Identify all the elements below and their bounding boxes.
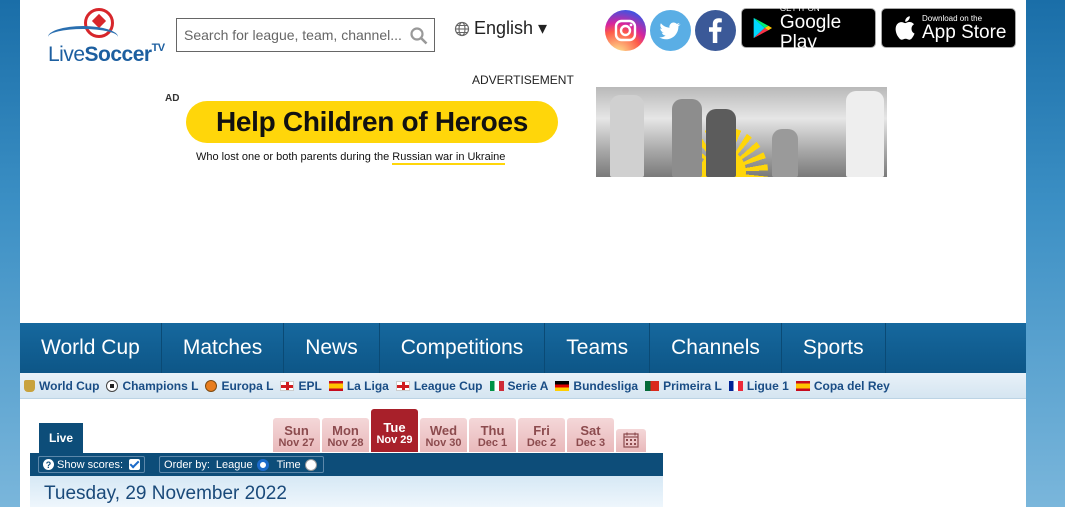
show-scores-label: Show scores:: [57, 458, 124, 471]
ad-tag: AD: [165, 93, 180, 104]
page: LiveSoccerTV English ▾: [20, 0, 1026, 507]
order-by-label: Order by:: [164, 458, 210, 471]
nav-competitions[interactable]: Competitions: [380, 323, 546, 373]
app-store-button[interactable]: Download on the App Store: [881, 8, 1016, 48]
twitter-icon[interactable]: [650, 10, 691, 51]
england-flag-icon: [280, 380, 295, 391]
facebook-icon[interactable]: [695, 10, 736, 51]
day-tab-thu[interactable]: Thu Dec 1: [469, 418, 516, 452]
league-link-epl[interactable]: EPL: [280, 379, 322, 393]
italy-flag-icon: [489, 380, 504, 391]
google-play-button[interactable]: GET IT ON Google Play: [741, 4, 876, 52]
germany-flag-icon: [555, 380, 570, 391]
league-link-europa-league[interactable]: Europa L: [205, 379, 273, 393]
nav-news[interactable]: News: [284, 323, 380, 373]
order-time-label: Time: [276, 458, 301, 471]
ad-subline: Who lost one or both parents during the …: [196, 151, 506, 165]
calendar-icon: [623, 432, 639, 448]
nav-world-cup[interactable]: World Cup: [20, 323, 162, 373]
calendar-button[interactable]: [616, 429, 646, 452]
ad-headline[interactable]: Help Children of Heroes: [186, 101, 558, 143]
scores-options-bar: ? Show scores: Order by: League Time: [30, 453, 663, 476]
europa-league-icon: [205, 379, 218, 392]
league-link-champions-league[interactable]: Champions L: [106, 379, 198, 393]
league-link-world-cup[interactable]: World Cup: [24, 379, 99, 393]
logo-wordmark: LiveSoccerTV: [48, 42, 165, 66]
nav-teams[interactable]: Teams: [545, 323, 651, 373]
advertisement-label: ADVERTISEMENT: [472, 73, 574, 87]
site-logo[interactable]: LiveSoccerTV: [48, 8, 178, 66]
search-icon[interactable]: [410, 27, 428, 45]
day-tab-tue[interactable]: Tue Nov 29: [371, 409, 418, 452]
day-tab-wed[interactable]: Wed Nov 30: [420, 418, 467, 452]
search-box: [176, 18, 435, 52]
language-label: English ▾: [474, 18, 548, 38]
nav-channels[interactable]: Channels: [650, 323, 782, 373]
apple-icon: [895, 16, 915, 40]
day-tab-sun[interactable]: Sun Nov 27: [273, 418, 320, 452]
league-link-serie-a[interactable]: Serie A: [489, 379, 548, 393]
google-play-big-text: Google Play: [779, 11, 842, 53]
main-nav: World Cup Matches News Competitions Team…: [20, 323, 1026, 373]
day-tab-sat[interactable]: Sat Dec 3: [567, 418, 614, 452]
language-selector[interactable]: English ▾: [454, 18, 547, 39]
order-time-radio[interactable]: [304, 458, 317, 471]
tab-live[interactable]: Live: [39, 423, 83, 453]
show-scores-option: ? Show scores:: [38, 456, 146, 473]
ad-image[interactable]: [596, 87, 887, 177]
nav-matches[interactable]: Matches: [162, 323, 285, 373]
help-icon[interactable]: ?: [43, 459, 54, 470]
league-link-ligue-1[interactable]: Ligue 1: [728, 379, 789, 393]
date-heading: Tuesday, 29 November 2022: [30, 476, 663, 507]
instagram-icon[interactable]: [605, 10, 646, 51]
nav-sports[interactable]: Sports: [782, 323, 886, 373]
league-link-copa-del-rey[interactable]: Copa del Rey: [795, 379, 890, 393]
league-link-league-cup[interactable]: League Cup: [395, 379, 483, 393]
google-play-icon: [753, 17, 773, 39]
world-cup-trophy-icon: [24, 379, 35, 392]
order-league-radio[interactable]: [256, 458, 269, 471]
england-flag-icon: [395, 380, 410, 391]
day-tab-mon[interactable]: Mon Nov 28: [322, 418, 369, 452]
order-league-label: League: [215, 458, 253, 471]
spain-flag-icon: [795, 380, 810, 391]
globe-icon: [454, 21, 470, 36]
league-link-bundesliga[interactable]: Bundesliga: [555, 379, 638, 393]
league-link-la-liga[interactable]: La Liga: [328, 379, 389, 393]
order-by-option: Order by: League Time: [159, 456, 324, 473]
league-bar: World Cup Champions L Europa L EPL La Li…: [20, 373, 1026, 399]
show-scores-checkbox[interactable]: [129, 459, 141, 470]
france-flag-icon: [728, 380, 743, 391]
day-tab-fri[interactable]: Fri Dec 2: [518, 418, 565, 452]
search-input[interactable]: [184, 27, 404, 43]
portugal-flag-icon: [645, 380, 660, 391]
league-link-primeira-liga[interactable]: Primeira L: [645, 379, 722, 393]
spain-flag-icon: [328, 380, 343, 391]
champions-league-icon: [106, 379, 119, 392]
app-store-big-text: App Store: [922, 21, 1007, 43]
